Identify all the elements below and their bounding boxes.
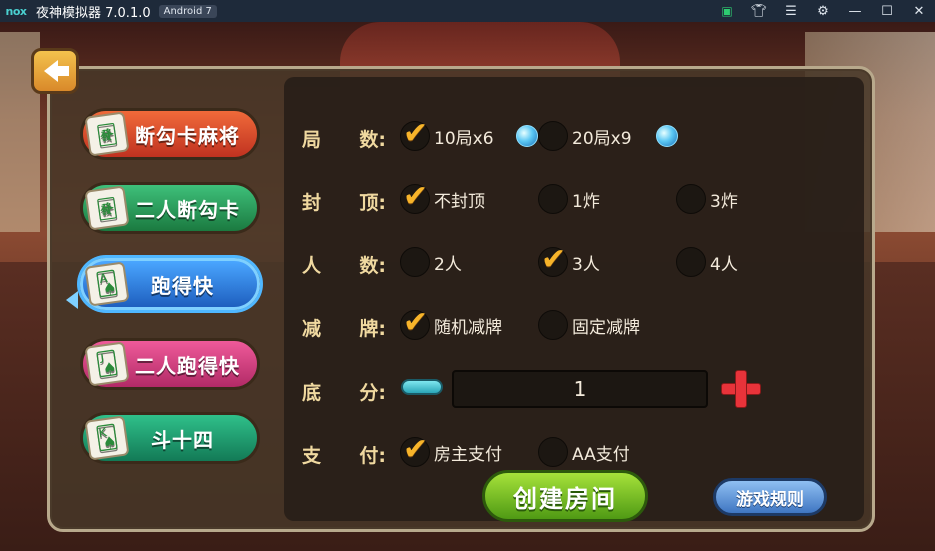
plus-icon-vertical: [735, 370, 747, 408]
cap-option-3-bomb[interactable]: 3炸: [676, 182, 738, 216]
radio-unchecked-icon[interactable]: [538, 184, 568, 214]
menu-item-label: 二人跑得快: [135, 353, 240, 378]
option-label: 2人: [434, 254, 462, 275]
label-char: 封: [302, 192, 322, 214]
menu-icon[interactable]: ☰: [775, 0, 807, 22]
option-label: 固定减牌: [572, 317, 640, 338]
game-scene: 🀅 断勾卡麻将 🀅 二人断勾卡 🂡 跑得快 🂫 二人跑得快 🂮 斗十四 局 数:: [0, 22, 935, 551]
label-char: 支: [302, 445, 322, 467]
cap-label: 封 顶:: [302, 188, 386, 215]
players-row: 人 数: 2人 3人 4人: [284, 242, 864, 283]
android-version-badge: Android 7: [158, 4, 217, 18]
mahjong-tile-icon: 🀅: [84, 185, 130, 231]
back-button[interactable]: [31, 48, 79, 94]
game-rules-button[interactable]: 游戏规则: [713, 478, 827, 516]
menu-item-two-player-duangouka[interactable]: 🀅 二人断勾卡: [80, 182, 260, 234]
base-score-label: 底 分:: [302, 378, 386, 405]
option-label: 随机减牌: [434, 317, 502, 338]
increase-score-button[interactable]: [721, 370, 761, 408]
nox-logo: nox: [5, 4, 27, 18]
label-char: 局: [302, 129, 322, 151]
cap-row: 封 顶: 不封顶 1炸 3炸: [284, 179, 864, 220]
room-settings-panel: 局 数: 10局x6 20局x9 封 顶: 不封顶: [284, 77, 864, 521]
cards-label: 减 牌:: [302, 314, 386, 341]
minimize-icon[interactable]: —: [839, 0, 871, 22]
menu-item-label: 断勾卡麻将: [135, 123, 240, 148]
create-room-button[interactable]: 创建房间: [482, 470, 648, 522]
rounds-option-20[interactable]: 20局x9: [538, 119, 678, 153]
label-char: 人: [302, 255, 322, 277]
label-char: 数:: [359, 129, 386, 151]
radio-unchecked-icon[interactable]: [400, 247, 430, 277]
base-score-row: 底 分: 1: [284, 370, 864, 410]
payment-option-host[interactable]: 房主支付: [400, 432, 502, 469]
label-char: 顶:: [359, 192, 386, 214]
option-label: 1炸: [572, 191, 600, 212]
cards-option-random[interactable]: 随机减牌: [400, 305, 502, 342]
menu-item-label: 斗十四: [151, 427, 214, 452]
playing-cards-icon: 🂫: [84, 341, 130, 387]
menu-item-label: 二人断勾卡: [135, 197, 240, 222]
label-char: 数:: [359, 255, 386, 277]
back-arrow-icon: [44, 60, 69, 82]
players-option-2[interactable]: 2人: [400, 245, 462, 279]
rounds-option-10[interactable]: 10局x6: [400, 116, 538, 153]
radio-unchecked-icon[interactable]: [538, 121, 568, 151]
radio-unchecked-icon[interactable]: [538, 437, 568, 467]
radio-checked-icon[interactable]: [400, 116, 430, 151]
menu-item-doushisi[interactable]: 🂮 斗十四: [80, 412, 260, 464]
maximize-icon[interactable]: ☐: [871, 0, 903, 22]
cap-option-none[interactable]: 不封顶: [400, 179, 485, 216]
label-char: 减: [302, 318, 322, 340]
cards-row: 减 牌: 随机减牌 固定减牌: [284, 305, 864, 346]
close-icon[interactable]: ✕: [903, 0, 935, 22]
menu-item-label: 跑得快: [151, 273, 214, 298]
shirt-icon[interactable]: 👕︎: [743, 0, 775, 22]
radio-checked-icon[interactable]: [400, 305, 430, 340]
diamond-icon: [655, 125, 678, 147]
option-label: 不封顶: [434, 191, 485, 212]
radio-checked-icon[interactable]: [400, 432, 430, 467]
option-label: 10局x6: [434, 128, 494, 149]
option-label: AA支付: [572, 444, 630, 465]
menu-item-duangouka-mahjong[interactable]: 🀅 断勾卡麻将: [80, 108, 260, 160]
settings-icon[interactable]: ⚙: [807, 0, 839, 22]
rounds-row: 局 数: 10局x6 20局x9: [284, 116, 864, 157]
store-icon[interactable]: ▣: [711, 0, 743, 22]
label-char: 付:: [359, 445, 386, 467]
mahjong-tile-icon: 🀅: [84, 111, 130, 157]
selected-indicator-arrow: [66, 291, 78, 309]
radio-checked-icon[interactable]: [400, 179, 430, 214]
radio-unchecked-icon[interactable]: [676, 247, 706, 277]
payment-option-aa[interactable]: AA支付: [538, 435, 630, 469]
cards-option-fixed[interactable]: 固定减牌: [538, 308, 640, 342]
label-char: 分:: [359, 382, 386, 404]
radio-unchecked-icon[interactable]: [676, 184, 706, 214]
option-label: 3人: [572, 254, 600, 275]
payment-row: 支 付: 房主支付 AA支付: [284, 432, 864, 473]
playing-cards-icon: 🂮: [84, 415, 130, 461]
cap-option-1-bomb[interactable]: 1炸: [538, 182, 600, 216]
radio-unchecked-icon[interactable]: [538, 310, 568, 340]
players-label: 人 数:: [302, 251, 386, 278]
radio-checked-icon[interactable]: [538, 242, 568, 277]
menu-item-two-player-paodekuai[interactable]: 🂫 二人跑得快: [80, 338, 260, 390]
option-label: 4人: [710, 254, 738, 275]
option-label: 20局x9: [572, 128, 632, 149]
option-label: 房主支付: [434, 444, 502, 465]
players-option-3[interactable]: 3人: [538, 242, 600, 279]
players-option-4[interactable]: 4人: [676, 245, 738, 279]
decrease-score-button[interactable]: [401, 379, 443, 395]
menu-item-paodekuai[interactable]: 🂡 跑得快: [80, 258, 260, 310]
diamond-icon: [515, 125, 538, 147]
payment-label: 支 付:: [302, 441, 386, 468]
label-char: 底: [302, 382, 322, 404]
playing-cards-icon: 🂡: [84, 261, 130, 307]
label-char: 牌:: [359, 318, 386, 340]
emulator-titlebar: nox 夜神模拟器 7.0.1.0 Android 7 ▣ 👕︎ ☰ ⚙ — ☐…: [0, 0, 935, 22]
base-score-value: 1: [452, 370, 708, 408]
rounds-label: 局 数:: [302, 125, 386, 152]
option-label: 3炸: [710, 191, 738, 212]
app-title: 夜神模拟器 7.0.1.0: [36, 5, 151, 21]
